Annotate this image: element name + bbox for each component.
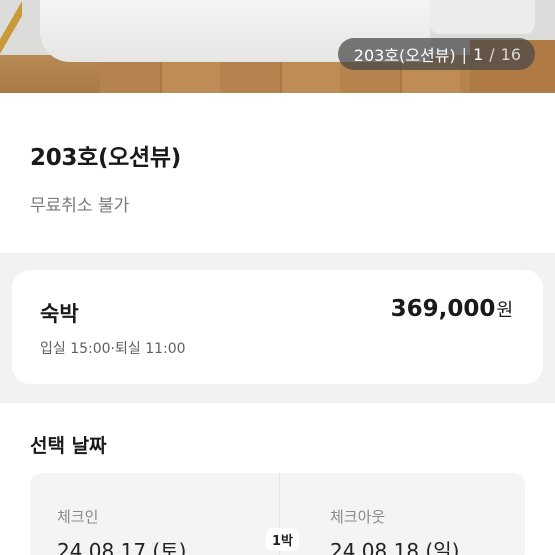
checkin-label: 체크인 xyxy=(57,508,99,526)
price-currency: 원 xyxy=(496,300,513,321)
pager-caption: 203호(오션뷰) xyxy=(353,46,456,65)
nights-badge: 1박 xyxy=(266,528,300,551)
checkout-date: 24.08.18 (일) xyxy=(330,539,460,555)
stay-section: 숙박 입실 15:00·퇴실 11:00 369,000원 xyxy=(0,253,555,403)
photo-chair xyxy=(0,0,22,60)
date-section: 선택 날짜 체크인 24.08.17 (토) 1박 체크아웃 24.08.18 … xyxy=(0,403,555,555)
room-info: 203호(오션뷰) 무료취소 불가 xyxy=(0,93,555,253)
price-value: 369,000 xyxy=(390,296,496,322)
stay-label: 숙박 xyxy=(40,302,79,326)
pager-separator: | xyxy=(461,44,468,64)
cancel-policy: 무료취소 불가 xyxy=(30,196,130,216)
room-photo[interactable]: 203호(오션뷰) | 1 / 16 xyxy=(0,0,555,93)
dates-title: 선택 날짜 xyxy=(30,435,107,457)
room-title: 203호(오션뷰) xyxy=(30,145,181,171)
stay-card[interactable]: 숙박 입실 15:00·퇴실 11:00 369,000원 xyxy=(12,270,543,384)
stay-price: 369,000원 xyxy=(391,296,513,322)
checkin-date: 24.08.17 (토) xyxy=(57,539,187,555)
checkout-label: 체크아웃 xyxy=(330,508,386,526)
photo-bed-right xyxy=(430,0,535,34)
date-box[interactable]: 체크인 24.08.17 (토) 1박 체크아웃 24.08.18 (일) xyxy=(30,473,525,555)
pager-total: 16 xyxy=(500,44,521,64)
pager-slash: / xyxy=(489,44,495,64)
pager-current: 1 xyxy=(473,44,484,64)
stay-time: 입실 15:00·퇴실 11:00 xyxy=(40,341,186,357)
photo-pager: 203호(오션뷰) | 1 / 16 xyxy=(337,38,535,70)
